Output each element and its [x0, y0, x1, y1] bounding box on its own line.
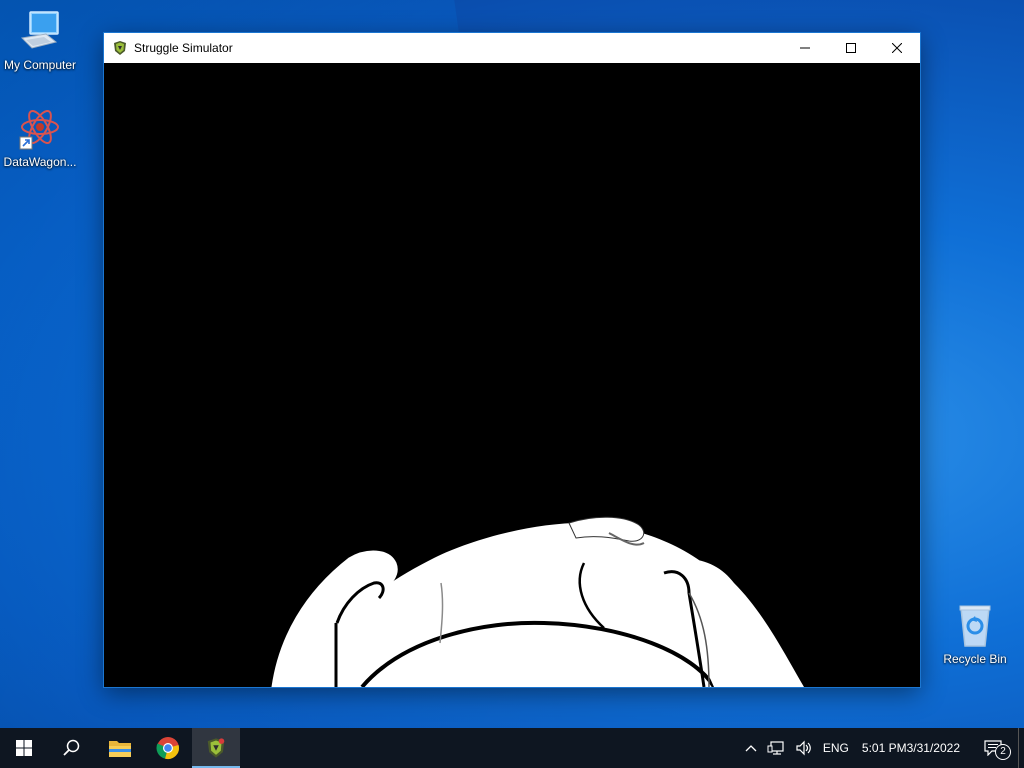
character-head-illustration	[271, 516, 804, 687]
network-button[interactable]	[762, 728, 790, 768]
clock-date: 3/31/2022	[906, 741, 960, 755]
recycle-bin-icon	[951, 602, 999, 650]
notification-count-badge: 2	[995, 744, 1011, 760]
maximize-icon	[846, 43, 856, 53]
struggle-simulator-taskbar-button[interactable]	[192, 728, 240, 768]
struggle-simulator-app-icon	[207, 738, 225, 758]
file-explorer-button[interactable]	[96, 728, 144, 768]
computer-icon	[16, 8, 64, 56]
desktop-icon-datawagon[interactable]: DataWagon...	[0, 105, 80, 169]
struggle-simulator-window[interactable]: Struggle Simulator	[104, 33, 920, 687]
datawagon-shortcut-icon	[16, 105, 64, 153]
desktop-icon-label: Recycle Bin	[943, 652, 1007, 666]
folder-icon	[109, 741, 131, 757]
clock-time: 5:01 PM	[861, 741, 907, 755]
close-icon	[892, 43, 902, 53]
maximize-button[interactable]	[828, 33, 874, 63]
search-button[interactable]	[48, 728, 96, 768]
close-button[interactable]	[874, 33, 920, 63]
desktop-icon-recycle-bin[interactable]: Recycle Bin	[935, 602, 1015, 666]
struggle-simulator-app-icon	[112, 40, 128, 56]
chrome-button[interactable]	[144, 728, 192, 768]
volume-icon	[796, 740, 811, 756]
window-title: Struggle Simulator	[134, 41, 233, 55]
clock[interactable]: 5:01 PM 3/31/2022	[854, 728, 968, 768]
system-tray: ENG 5:01 PM 3/31/2022 2	[740, 728, 1024, 768]
chrome-icon	[156, 737, 179, 759]
language-indicator[interactable]: ENG	[818, 728, 854, 768]
action-center-button[interactable]: 2	[968, 728, 1018, 768]
minimize-icon	[800, 47, 810, 49]
network-icon	[767, 741, 784, 755]
game-canvas[interactable]	[104, 63, 920, 687]
windows-start-icon	[16, 740, 32, 756]
desktop-icon-label: My Computer	[3, 58, 77, 72]
window-titlebar[interactable]: Struggle Simulator	[104, 33, 920, 63]
desktop: My Computer DataWagon... Recycle Bin Str…	[0, 0, 1024, 728]
desktop-icon-label: DataWagon...	[3, 155, 77, 169]
desktop-icon-my-computer[interactable]: My Computer	[0, 8, 80, 72]
taskbar: ENG 5:01 PM 3/31/2022 2	[0, 728, 1024, 768]
show-hidden-icons-button[interactable]	[740, 728, 762, 768]
volume-button[interactable]	[790, 728, 818, 768]
search-icon	[63, 739, 80, 756]
chevron-up-icon	[745, 745, 757, 752]
start-button[interactable]	[0, 728, 48, 768]
show-desktop-button[interactable]	[1018, 728, 1024, 768]
minimize-button[interactable]	[782, 33, 828, 63]
